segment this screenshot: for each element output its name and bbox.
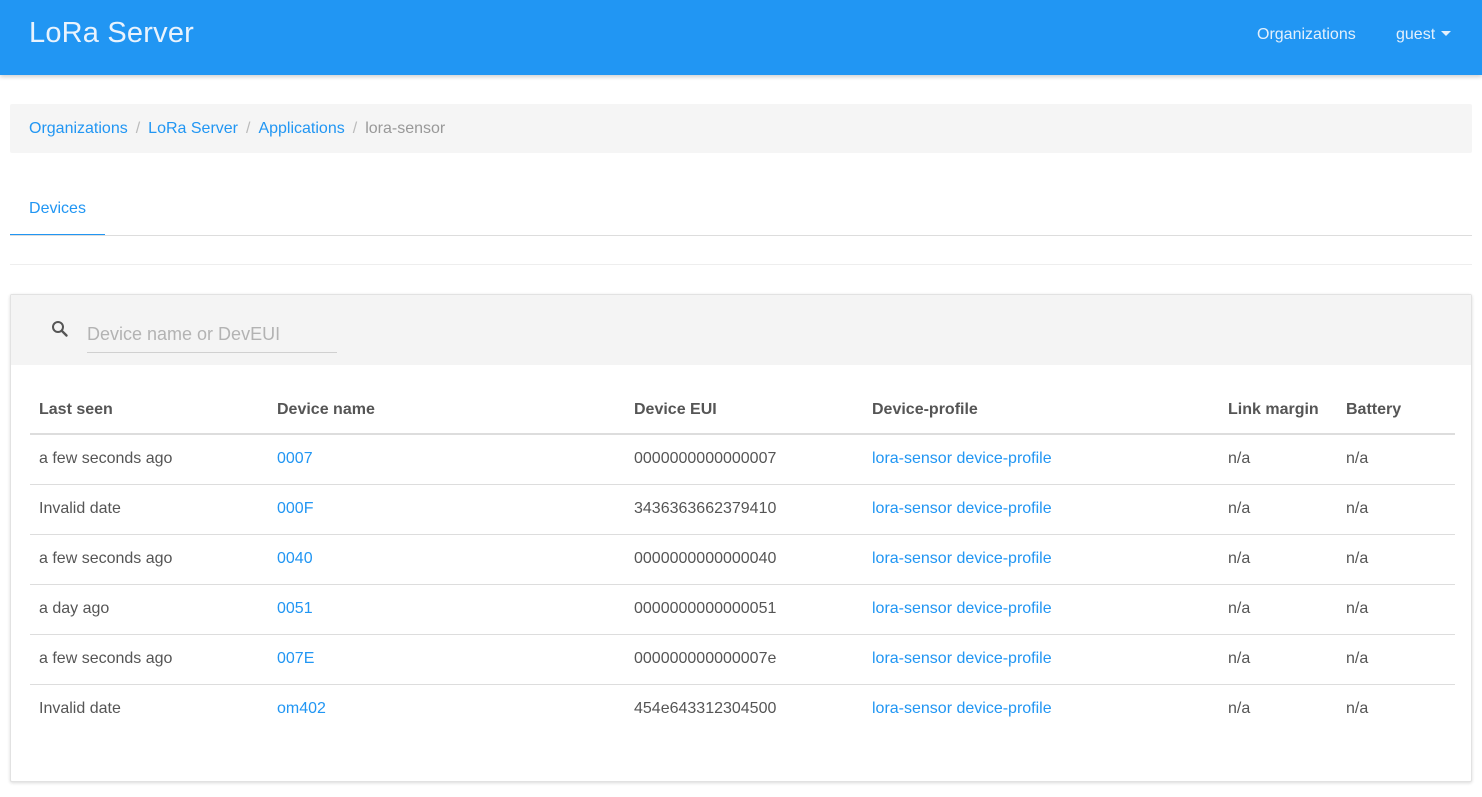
table-row: Invalid date 000F 3436363662379410 lora-… (30, 484, 1455, 535)
header-battery: Battery (1337, 386, 1455, 435)
device-name-link[interactable]: 0040 (277, 550, 313, 567)
cell-link-margin: n/a (1228, 700, 1251, 718)
cell-last-seen: a few seconds ago (30, 534, 268, 585)
caret-down-icon (1441, 31, 1452, 36)
cell-last-seen: a few seconds ago (30, 434, 268, 485)
cell-battery: n/a (1337, 634, 1455, 685)
device-profile-link[interactable]: lora-sensor device-profile (872, 500, 1052, 517)
device-name-link[interactable]: om402 (277, 700, 326, 717)
search-icon (52, 321, 68, 337)
breadcrumb-separator: / (135, 120, 141, 137)
cell-battery: n/a (1337, 584, 1455, 635)
breadcrumb-separator: / (246, 120, 251, 137)
table-row: a few seconds ago 0007 0000000000000007 … (30, 434, 1455, 485)
devices-panel: Last seen Device name Device EUI Device-… (10, 294, 1472, 782)
device-name-link[interactable]: 007E (277, 650, 314, 667)
cell-device-eui: 0000000000000051 (625, 584, 863, 635)
section-divider (10, 264, 1472, 265)
device-name-link[interactable]: 000F (277, 500, 313, 517)
breadcrumb-organization[interactable]: LoRa Server (148, 120, 238, 137)
table-row: a day ago 0051 0000000000000051 lora-sen… (30, 584, 1455, 635)
cell-device-eui: 0000000000000007 (625, 434, 863, 485)
cell-link-margin: n/a (1219, 434, 1337, 485)
cell-device-eui: 454e643312304500 (634, 700, 777, 718)
header-device-profile: Device-profile (863, 386, 1219, 435)
nav-organizations-link[interactable]: Organizations (1257, 26, 1356, 44)
cell-link-margin: n/a (1219, 634, 1337, 685)
cell-battery: n/a (1346, 700, 1369, 718)
device-profile-link[interactable]: lora-sensor device-profile (872, 650, 1052, 667)
header-device-eui: Device EUI (625, 386, 863, 435)
search-input[interactable] (87, 315, 337, 353)
cell-battery: n/a (1337, 434, 1455, 485)
cell-battery: n/a (1337, 534, 1455, 585)
panel-header (11, 295, 1471, 365)
cell-last-seen: a few seconds ago (30, 634, 268, 685)
cell-battery: n/a (1337, 484, 1455, 535)
cell-device-eui: 000000000000007e (625, 634, 863, 685)
header-last-seen: Last seen (30, 386, 268, 435)
tabs-divider (10, 235, 1472, 236)
header-link-margin: Link margin (1219, 386, 1337, 435)
device-profile-link[interactable]: lora-sensor device-profile (872, 700, 1052, 717)
device-name-link[interactable]: 0051 (277, 600, 313, 617)
table-row: a few seconds ago 007E 000000000000007e … (30, 634, 1455, 685)
cell-device-eui: 0000000000000040 (625, 534, 863, 585)
device-profile-link[interactable]: lora-sensor device-profile (872, 450, 1052, 467)
cell-link-margin: n/a (1219, 584, 1337, 635)
breadcrumb: Organizations / LoRa Server / Applications / l… (10, 104, 1472, 153)
breadcrumb-applications[interactable]: Applications (258, 120, 344, 137)
cell-last-seen: Invalid date (30, 484, 268, 535)
breadcrumb-current: lora-sensor (365, 120, 446, 137)
cell-link-margin: n/a (1219, 484, 1337, 535)
cell-link-margin: n/a (1219, 534, 1337, 585)
cell-last-seen: a day ago (30, 584, 268, 635)
table-row: Invalid date om402 454e643312304500 lora… (30, 684, 1455, 734)
tab-devices[interactable]: Devices (10, 188, 105, 236)
device-profile-link[interactable]: lora-sensor device-profile (872, 600, 1052, 617)
header-device-name: Device name (268, 386, 625, 435)
brand-logo[interactable]: LoRa Server (29, 17, 194, 50)
devices-table: Last seen Device name Device EUI Device-… (30, 386, 1455, 734)
device-profile-link[interactable]: lora-sensor device-profile (872, 550, 1052, 567)
breadcrumb-organizations[interactable]: Organizations (29, 120, 128, 137)
table-row: a few seconds ago 0040 0000000000000040 … (30, 534, 1455, 585)
user-menu-dropdown[interactable]: guest (1396, 26, 1452, 44)
top-navbar: LoRa Server Organizations guest (0, 0, 1482, 75)
cell-last-seen: Invalid date (39, 700, 121, 718)
table-header-row: Last seen Device name Device EUI Device-… (30, 386, 1455, 435)
breadcrumb-separator: / (352, 120, 358, 137)
user-menu-label: guest (1396, 26, 1436, 43)
device-name-link[interactable]: 0007 (277, 450, 313, 467)
cell-device-eui: 3436363662379410 (625, 484, 863, 535)
